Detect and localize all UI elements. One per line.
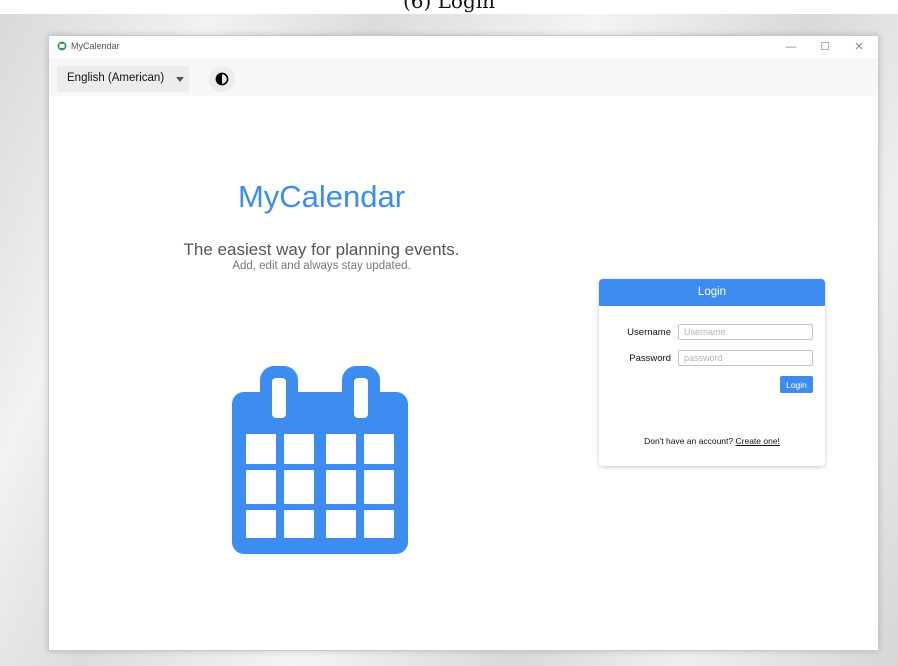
login-card: Login Username Password Login Don't have… (599, 279, 825, 466)
toolbar: English (American) (49, 58, 878, 96)
title-bar[interactable]: MyCalendar — ☐ ✕ (49, 36, 878, 58)
app-window: MyCalendar — ☐ ✕ English (American) MyCa… (48, 35, 879, 651)
password-label: Password (629, 353, 671, 364)
contrast-icon (215, 72, 229, 86)
language-select-value: English (American) (67, 72, 165, 84)
hero-tagline: The easiest way for planning events. (183, 240, 460, 259)
login-card-header: Login (599, 279, 825, 306)
maximize-button[interactable]: ☐ (808, 36, 842, 58)
login-button[interactable]: Login (780, 376, 813, 393)
password-input[interactable] (678, 350, 813, 366)
window-title: MyCalendar (71, 41, 120, 51)
figure-caption: (6) Login (0, 0, 898, 14)
close-button[interactable]: ✕ (842, 36, 876, 58)
username-label: Username (627, 327, 671, 338)
hero-subtagline: Add, edit and always stay updated. (232, 260, 411, 272)
theme-toggle-button[interactable] (209, 66, 235, 92)
figure-caption-text: (6) Login (402, 0, 496, 13)
minimize-button[interactable]: — (774, 36, 808, 58)
language-select[interactable]: English (American) (57, 66, 189, 92)
username-input[interactable] (678, 324, 813, 340)
hero-title: MyCalendar (237, 179, 406, 214)
calendar-icon (232, 366, 408, 554)
chevron-down-icon (176, 77, 184, 82)
signup-prompt: Don't have an account? (644, 436, 734, 446)
signup-row: Don't have an account? Create one! (599, 436, 825, 446)
create-account-link[interactable]: Create one! (736, 436, 780, 446)
app-logo-icon (57, 41, 67, 51)
